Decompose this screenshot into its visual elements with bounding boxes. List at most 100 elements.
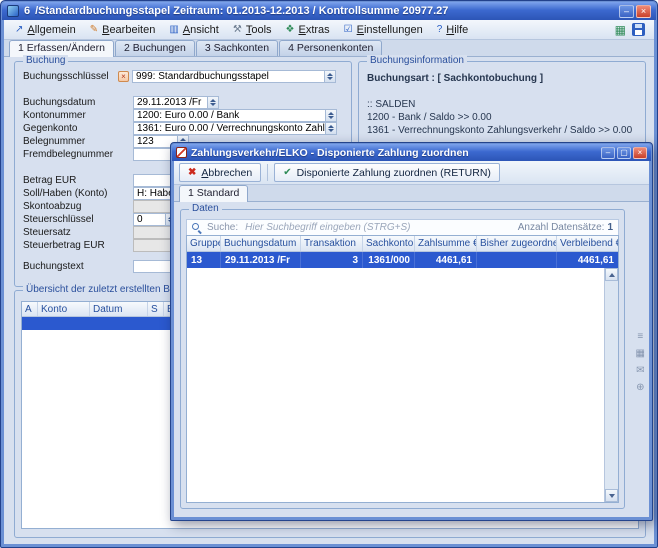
spinner-icon[interactable] [207, 97, 218, 108]
payment-row-selected[interactable]: 13 29.11.2013 /Fr 3 1361/000 4461,61 446… [187, 252, 618, 268]
spinner-icon[interactable] [324, 71, 335, 82]
app-icon [7, 5, 19, 17]
tools-icon: ⚒ [233, 25, 242, 35]
close-button[interactable]: × [636, 5, 651, 18]
cancel-icon: ✖ [188, 168, 196, 178]
assign-icon: ✔ [283, 168, 291, 178]
sollhaben-label: Soll/Haben (Konto) [23, 188, 133, 199]
column-sachkonto[interactable]: Sachkonto [363, 236, 415, 251]
menu-hilfe[interactable]: ? Hilfe [431, 23, 475, 37]
toolbar-separator [267, 164, 268, 181]
tab-buchungen[interactable]: 2 Buchungen [115, 40, 195, 56]
dialog-toolbar: ✖ Abbrechen ✔ Disponierte Zahlung zuordn… [174, 161, 649, 185]
minimize-button[interactable]: – [619, 5, 634, 18]
cell-bisher-zugeordnet [477, 252, 557, 268]
column-datum[interactable]: Datum [90, 302, 148, 316]
cell-verbleibend: 4461,61 [557, 252, 618, 268]
buchungsdatum-input[interactable] [134, 97, 207, 108]
buchungsschluessel-select[interactable]: 999: Standardbuchungsstapel [132, 70, 336, 83]
menu-ansicht[interactable]: ▥ Ansicht [163, 23, 225, 37]
titlebar[interactable]: 6 /Standardbuchungsstapel Zeitraum: 01.2… [2, 2, 656, 20]
vertical-scrollbar[interactable] [604, 268, 618, 502]
gegenkonto-select[interactable]: 1361: Euro 0.00 / Verrechnungskonto Zahl… [133, 122, 337, 135]
dialog-close-button[interactable]: × [633, 147, 647, 159]
gegenkonto-label: Gegenkonto [23, 123, 133, 134]
main-window: 6 /Standardbuchungsstapel Zeitraum: 01.2… [0, 0, 658, 548]
menu-tools[interactable]: ⚒ Tools [227, 23, 278, 37]
bearbeiten-icon: ✎ [90, 25, 98, 35]
window-number: 6 [24, 5, 30, 17]
steuersatz-label: Steuersatz [23, 227, 133, 238]
list-icon[interactable]: ≡ [637, 332, 643, 342]
grid-icon[interactable]: ▦ [615, 24, 626, 36]
buchungsdatum-field[interactable] [133, 96, 219, 109]
scroll-down-icon[interactable] [605, 489, 618, 502]
dialog-zahlungsverkehr: Zahlungsverkehr/ELKO - Disponierte Zahlu… [170, 142, 653, 521]
column-verbleibend[interactable]: Verbleibend € [557, 236, 618, 251]
column-konto[interactable]: Konto [38, 302, 90, 316]
cell-gruppe: 13 [187, 252, 221, 268]
extras-icon: ❖ [286, 25, 295, 35]
dialog-minimize-button[interactable]: – [601, 147, 615, 159]
cell-transaktion: 3 [301, 252, 363, 268]
tab-personenkonten[interactable]: 4 Personenkonten [279, 40, 382, 56]
spinner-icon[interactable] [325, 123, 336, 134]
dialog-tabbar: 1 Standard [174, 185, 649, 202]
menubar-right-tools: ▦ [615, 23, 649, 36]
zuordnen-button[interactable]: ✔ Disponierte Zahlung zuordnen (RETURN) [274, 163, 500, 182]
side-tool-strip: ≡ ▦ ✉ ⊕ [636, 332, 645, 393]
mail-icon[interactable]: ✉ [636, 366, 644, 376]
search-bar: Suche: Anzahl Datensätze: 1 [186, 219, 619, 235]
zoom-icon[interactable]: ⊕ [636, 383, 644, 393]
buchungsdatum-label: Buchungsdatum [23, 97, 133, 108]
gegenkonto-row: Gegenkonto 1361: Euro 0.00 / Verrechnung… [23, 122, 343, 135]
search-input[interactable] [243, 221, 513, 234]
allgemein-icon: ↗ [15, 25, 23, 35]
belegnummer-label: Belegnummer [23, 136, 133, 147]
column-buchungsdatum[interactable]: Buchungsdatum [221, 236, 301, 251]
column-bisher-zugeordnet[interactable]: Bisher zugeordnet [477, 236, 557, 251]
dialog-titlebar[interactable]: Zahlungsverkehr/ELKO - Disponierte Zahlu… [172, 144, 651, 161]
main-tabbar: 1 Erfassen/Ändern 2 Buchungen 3 Sachkont… [4, 40, 654, 57]
buchungsinformation-legend: Buchungsinformation [367, 55, 467, 66]
grid-view-icon[interactable]: ▦ [636, 349, 645, 359]
daten-legend: Daten [189, 203, 222, 214]
column-transaktion[interactable]: Transaktion [301, 236, 363, 251]
menu-tools-label: Tools [246, 24, 272, 36]
abbrechen-button[interactable]: ✖ Abbrechen [179, 163, 261, 182]
einstellungen-icon: ☑ [344, 25, 353, 35]
skontoabzug-label: Skontoabzug [23, 201, 133, 212]
kontonummer-row: Kontonummer 1200: Euro 0.00 / Bank [23, 109, 343, 122]
column-gruppe[interactable]: Gruppe [187, 236, 221, 251]
saldo-1200-line: 1200 - Bank / Saldo >> 0.00 [367, 111, 639, 124]
menu-allgemein[interactable]: ↗ Allgemein [9, 23, 82, 37]
spinner-icon[interactable] [325, 110, 336, 121]
grid-header: Gruppe Buchungsdatum Transaktion Sachkon… [187, 236, 618, 252]
records-value: 1 [607, 222, 613, 233]
menubar: ↗ Allgemein ✎ Bearbeiten ▥ Ansicht ⚒ Too… [4, 20, 654, 40]
kontonummer-select[interactable]: 1200: Euro 0.00 / Bank [133, 109, 337, 122]
menu-einstellungen[interactable]: ☑ Einstellungen [338, 23, 429, 37]
menu-hilfe-label: Hilfe [446, 24, 468, 36]
steuerschluessel-input[interactable] [134, 214, 165, 225]
window-controls: – × [619, 5, 651, 18]
tab-standard[interactable]: 1 Standard [179, 185, 248, 202]
menu-extras[interactable]: ❖ Extras [280, 23, 336, 37]
scroll-up-icon[interactable] [605, 268, 618, 281]
column-a[interactable]: A [22, 302, 38, 316]
dialog-maximize-button[interactable]: ▢ [617, 147, 631, 159]
daten-group: Daten Suche: Anzahl Datensätze: 1 [180, 209, 625, 509]
spacer-line [367, 85, 639, 98]
search-icon [192, 223, 202, 233]
daten-column: Suche: Anzahl Datensätze: 1 Gruppe Buchu… [186, 219, 619, 503]
save-icon[interactable] [632, 23, 645, 36]
tab-sachkonten[interactable]: 3 Sachkonten [196, 40, 278, 56]
menu-bearbeiten[interactable]: ✎ Bearbeiten [84, 23, 162, 37]
column-zahlsumme[interactable]: Zahlsumme € [415, 236, 477, 251]
clear-field-icon[interactable]: × [118, 71, 129, 82]
saldo-1361-line: 1361 - Verrechnungskonto Zahlungsverkehr… [367, 124, 639, 137]
dialog-icon [176, 147, 187, 158]
dialog-body: ✖ Abbrechen ✔ Disponierte Zahlung zuordn… [174, 161, 649, 517]
menu-bearbeiten-label: Bearbeiten [102, 24, 155, 36]
column-s[interactable]: S [148, 302, 164, 316]
